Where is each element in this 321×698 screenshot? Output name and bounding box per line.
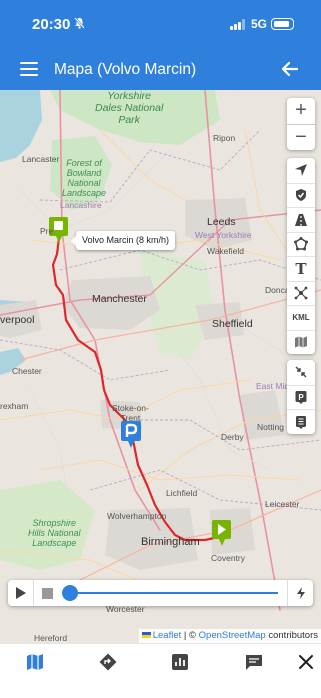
map-label-shropshire: Shropshire Hills National Landscape — [28, 518, 81, 548]
map-label-stoke: Stoke-on- Trent — [112, 403, 149, 423]
osm-link[interactable]: OpenStreetMap — [199, 630, 266, 641]
map-label-lancaster: Lancaster — [22, 154, 60, 164]
map-tools-secondary: P — [287, 360, 315, 434]
collapse-arrows-icon[interactable] — [287, 360, 315, 385]
attribution-separator: | — [183, 630, 187, 641]
map-label-coventry: Coventry — [211, 553, 246, 563]
zoom-in-button[interactable]: + — [287, 98, 315, 124]
top-bar: 20:30 5G Mapa (Volvo Marcin) — [0, 0, 321, 90]
parking-marker[interactable] — [121, 421, 141, 449]
chat-icon[interactable] — [240, 648, 268, 676]
map-label-leeds: Leeds — [207, 216, 236, 228]
shield-check-icon[interactable] — [287, 182, 315, 208]
map-label-lancashire: Lancashire — [60, 200, 102, 210]
map-label-wolverhampton: Wolverhampton — [107, 511, 167, 521]
hamburger-menu-icon[interactable] — [20, 62, 38, 76]
map-label-chester: Chester — [12, 366, 42, 376]
network-nodes-icon[interactable] — [287, 280, 315, 306]
map-tools-primary: T KML — [287, 158, 315, 354]
attribution-copyright: © — [189, 630, 196, 641]
navigation-arrow-icon[interactable] — [287, 158, 315, 183]
map-label-preston: Pre — [40, 226, 54, 236]
page-title: Mapa (Volvo Marcin) — [54, 61, 197, 78]
kml-button[interactable]: KML — [287, 305, 315, 330]
directions-icon[interactable] — [94, 648, 122, 676]
close-icon[interactable] — [292, 648, 320, 676]
map-label-sheffield: Sheffield — [212, 318, 253, 330]
map-label-forest-bowland: Forest of Bowland National Landscape — [62, 158, 107, 198]
zoom-out-button[interactable]: − — [287, 124, 315, 150]
leaflet-link[interactable]: Leaflet — [153, 630, 182, 641]
map-label-doncaster: Donca — [265, 285, 290, 295]
map-label-nottingham: Notting — [257, 422, 284, 432]
map-label-ripon: Ripon — [213, 133, 236, 143]
map-label-wakefield: Wakefield — [207, 246, 245, 256]
map-label-hereford: Hereford — [34, 633, 68, 643]
map-icon[interactable] — [21, 648, 49, 676]
map-label-leicester: Leicester — [265, 499, 300, 509]
map-label-manchester: Manchester — [92, 293, 147, 305]
attribution-contributors: contributors — [268, 630, 318, 641]
parking-icon-label: P — [298, 393, 304, 402]
bottom-navigation — [0, 643, 321, 698]
lightning-icon[interactable] — [287, 580, 313, 606]
playback-slider-handle[interactable] — [62, 585, 78, 601]
network-type: 5G — [251, 17, 268, 31]
map-label-lichfield: Lichfield — [166, 488, 198, 498]
status-time: 20:30 — [32, 16, 71, 33]
bell-slash-icon — [74, 17, 85, 32]
map-label-wrexham: rexham — [0, 401, 29, 411]
stop-icon[interactable] — [34, 580, 60, 606]
zoom-control: + − — [287, 98, 315, 150]
map-label-liverpool: verpool — [0, 314, 35, 326]
vehicle-tooltip: Volvo Marcin (8 km/h) — [70, 231, 176, 250]
map-label-derby: Derby — [221, 432, 244, 442]
status-bar: 20:30 5G — [0, 0, 321, 50]
map-attribution: Leaflet | © OpenStreetMap contributors — [138, 629, 321, 643]
play-icon[interactable] — [8, 580, 34, 606]
parking-icon[interactable]: P — [287, 384, 315, 410]
map-base-tiles — [0, 90, 321, 611]
chart-icon[interactable] — [166, 648, 194, 676]
app-bar: Mapa (Volvo Marcin) — [0, 50, 321, 90]
battery-icon — [271, 18, 294, 30]
map-view[interactable]: Yorkshire Dales National Park Forest of … — [0, 90, 321, 643]
playback-slider[interactable] — [62, 585, 278, 601]
arrow-left-icon[interactable] — [279, 58, 301, 80]
list-badge-icon[interactable] — [287, 409, 315, 434]
text-tool-icon[interactable]: T — [287, 256, 315, 281]
polygon-icon[interactable] — [287, 231, 315, 257]
signal-icon — [230, 19, 246, 30]
map-label-yorkshire-dales: Yorkshire Dales National Park — [95, 90, 164, 126]
map-label-birmingham: Birmingham — [141, 536, 200, 548]
map-layers-icon[interactable] — [287, 329, 315, 355]
ukraine-flag-icon — [141, 632, 151, 639]
road-icon[interactable] — [287, 207, 315, 232]
playback-control — [8, 580, 313, 606]
map-label-west-yorkshire: West Yorkshire — [195, 230, 252, 240]
